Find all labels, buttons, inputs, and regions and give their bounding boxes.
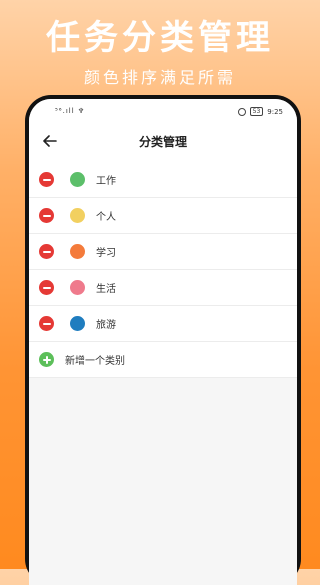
phone-frame: ⁵⁶.ıll ♆ 53 9:25 分类管理 工作 个人 学习 生活 旅游 新增一… bbox=[25, 95, 301, 585]
remove-category-button[interactable] bbox=[39, 208, 54, 223]
category-label: 个人 bbox=[96, 212, 116, 223]
category-row-life[interactable]: 生活 bbox=[29, 270, 297, 306]
category-row-study[interactable]: 学习 bbox=[29, 234, 297, 270]
add-category-button[interactable] bbox=[39, 352, 54, 367]
status-bar: ⁵⁶.ıll ♆ 53 9:25 bbox=[29, 99, 297, 121]
category-color-dot[interactable] bbox=[70, 280, 85, 295]
category-row-travel[interactable]: 旅游 bbox=[29, 306, 297, 342]
category-row-personal[interactable]: 个人 bbox=[29, 198, 297, 234]
status-right: 53 9:25 bbox=[237, 107, 283, 116]
remove-category-button[interactable] bbox=[39, 316, 54, 331]
category-label: 学习 bbox=[96, 248, 116, 259]
app-bar: 分类管理 bbox=[29, 121, 297, 162]
category-label: 生活 bbox=[96, 284, 116, 295]
category-color-dot[interactable] bbox=[70, 208, 85, 223]
page-title: 分类管理 bbox=[138, 135, 187, 149]
add-category-row[interactable]: 新增一个类别 bbox=[29, 342, 297, 378]
category-color-dot[interactable] bbox=[70, 244, 85, 259]
battery-icon: 53 bbox=[249, 107, 264, 116]
promo-subtitle: 颜色排序满足所需 bbox=[83, 68, 236, 87]
signal-indicators: ⁵⁶.ıll ♆ bbox=[55, 107, 86, 115]
category-list: 工作 个人 学习 生活 旅游 新增一个类别 bbox=[29, 162, 297, 378]
alarm-icon bbox=[237, 107, 246, 116]
remove-category-button[interactable] bbox=[39, 244, 54, 259]
remove-category-button[interactable] bbox=[39, 280, 54, 295]
add-category-label[interactable]: 新增一个类别 bbox=[65, 352, 125, 367]
category-label: 旅游 bbox=[96, 320, 116, 331]
phone-screen: ⁵⁶.ıll ♆ 53 9:25 分类管理 工作 个人 学习 生活 旅游 新增一… bbox=[29, 99, 297, 585]
category-row-work[interactable]: 工作 bbox=[29, 162, 297, 198]
promo-title: 任务分类管理 bbox=[46, 18, 274, 58]
status-time: 9:25 bbox=[267, 107, 283, 116]
category-label: 工作 bbox=[96, 176, 116, 187]
remove-category-button[interactable] bbox=[39, 172, 54, 187]
category-color-dot[interactable] bbox=[70, 172, 85, 187]
category-color-dot[interactable] bbox=[70, 316, 85, 331]
